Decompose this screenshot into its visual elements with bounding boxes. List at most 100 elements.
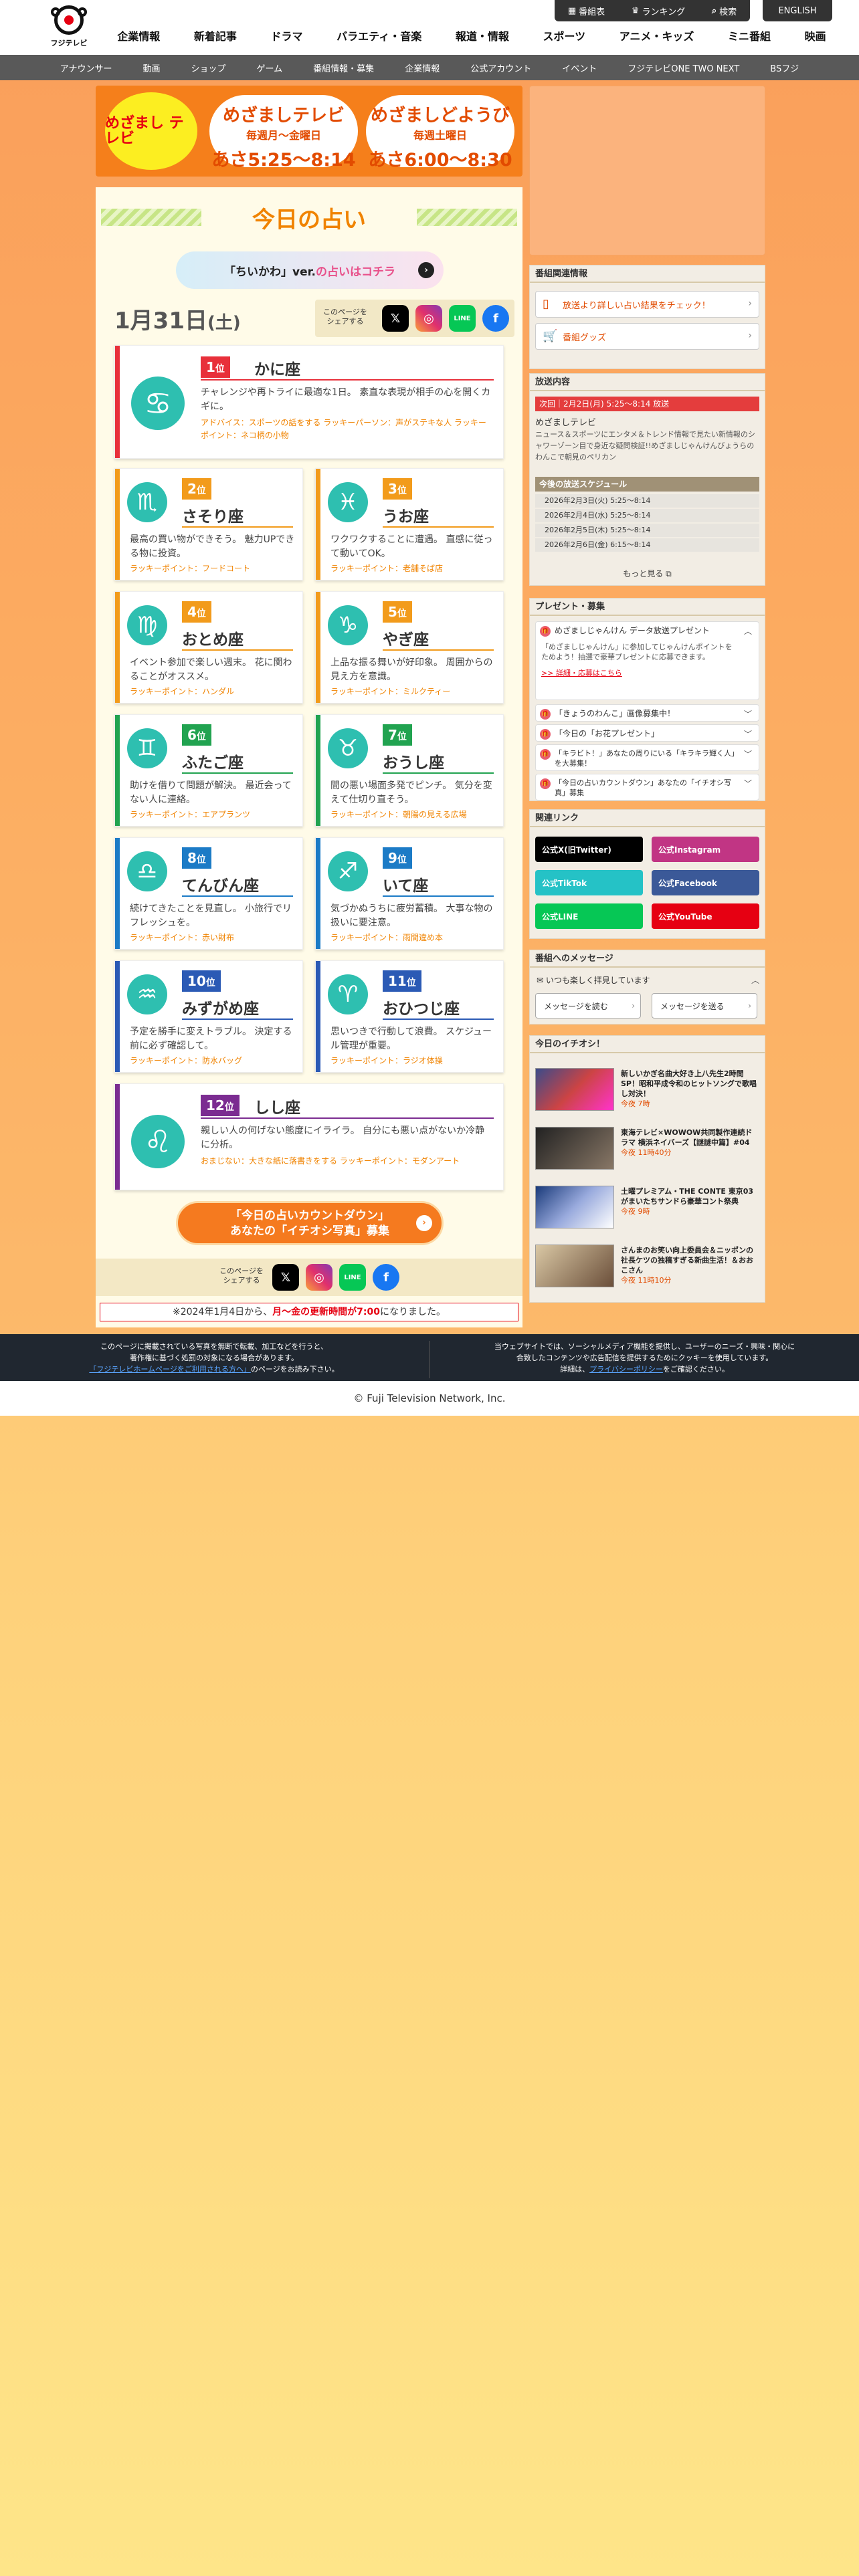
fortune-description: 気づかぬうちに疲労蓄積。 大事な物の扱いに要注意。	[330, 903, 493, 928]
zodiac-icon: ♈	[328, 974, 368, 1014]
ad-slot[interactable]	[529, 86, 765, 255]
logo-text: フジテレビ	[50, 39, 88, 47]
nav-item[interactable]: バラエティ・音楽	[337, 27, 421, 43]
mezamashi-banner[interactable]: めざまし テレビ めざましテレビ 毎週月〜金曜日 あさ5:25〜8:14 めざま…	[96, 86, 522, 177]
read-message-button[interactable]: メッセージを読む ›	[535, 993, 641, 1018]
line-share-icon[interactable]: LINE	[449, 305, 476, 332]
broadcast-description: ニュース＆スポーツにエンタメ＆トレンド情報で見たい新情報のシャワーゾーン目で身近…	[535, 430, 755, 462]
util-ranking[interactable]: ♛ ランキング	[632, 5, 685, 17]
countdown-photo-button[interactable]: 「今日の占いカウントダウン」 あなたの「イチオシ写真」募集 ›	[176, 1201, 444, 1245]
goods-link[interactable]: 🛒 番組グッズ ›	[535, 323, 759, 350]
send-message-button[interactable]: メッセージを送る ›	[652, 993, 757, 1018]
official-facebook-link[interactable]: 公式Facebook	[652, 870, 759, 895]
fortune-card: ♏ 2位 さそり座 最高の買い物ができそう。 魅力UPできる物に投資。 ラッキーポイント…	[114, 468, 303, 580]
broadcast-panel: 放送内容 次回｜2月2日(月) 5:25〜8:14 放送 めざましテレビ ニュー…	[529, 373, 765, 586]
present-item[interactable]: 🎁 「今日の「お花プレゼント」 ﹀	[535, 724, 759, 742]
rank-badge: 7位	[383, 724, 412, 746]
zodiac-icon: ♌	[131, 1115, 185, 1168]
detail-fortune-link[interactable]: ▯ 放送より詳しい占い結果をチェック！ ›	[535, 291, 759, 318]
subnav-item[interactable]: 番組情報・募集	[298, 62, 389, 74]
privacy-policy-link[interactable]: プライバシーポリシー	[589, 1365, 663, 1374]
nav-item[interactable]: スポーツ	[543, 27, 585, 43]
janken-present[interactable]: 🎁 ︿ めざましじゃんけん データ放送プレゼント 「めざましじゃんけん」に参加して…	[535, 621, 759, 700]
facebook-share-icon[interactable]: f	[482, 305, 509, 332]
subnav-item[interactable]: 公式アカウント	[455, 62, 547, 74]
instagram-share-icon[interactable]: ◎	[415, 305, 442, 332]
sign-name: やぎ座	[383, 631, 429, 649]
subnav-item[interactable]: イベント	[547, 62, 612, 74]
fortune-card: ♋ 1位 かに座 チャレンジや再トライに最適な1日。 素直な表現が相手の心を開くカギに…	[114, 345, 504, 459]
instagram-share-icon[interactable]: ◎	[306, 1264, 332, 1291]
pickup-thumbnail	[535, 1245, 614, 1287]
fortune-card: ♓ 3位 うお座 ワクワクすることに遭遇。 直感に従って動いてOK。 ラッキーポイント：…	[315, 468, 504, 580]
fortune-description: 続けてきたことを見直し。 小旅行でリフレッシュを。	[130, 903, 292, 928]
official-line-link[interactable]: 公式LINE	[535, 903, 643, 929]
broadcast-title: めざましテレビ	[535, 418, 597, 428]
present-item[interactable]: 🎁 「きょうのわんこ」画像募集中！ ﹀	[535, 704, 759, 722]
rank-badge: 12位	[201, 1095, 240, 1116]
nav-item[interactable]: 企業情報	[117, 27, 160, 43]
chevron-up-icon: ︿	[743, 627, 752, 636]
pickup-thumbnail	[535, 1068, 614, 1111]
nav-item[interactable]: 新着記事	[194, 27, 237, 43]
nav-item[interactable]: ドラマ	[271, 27, 303, 43]
lucky-point: アドバイス：スポーツの話をする ラッキーパーソン：声がステキな人 ラッキーポイン…	[201, 418, 486, 440]
fortune-description: 助けを借りて問題が解決。 最近会ってない人に連絡。	[130, 780, 292, 805]
pickup-item[interactable]: 新しいかぎ名曲大好き上八先生2時間SP！昭和平成令和のヒットソングで歌唱し対決！…	[535, 1065, 759, 1112]
fortune-card: ♌ 12位 しし座 親しい人の何げない態度にイライラ。 自分にも悪い点がないか冷静に分…	[114, 1083, 504, 1190]
subnav-item[interactable]: フジテレビONE TWO NEXT	[612, 62, 755, 74]
x-share-icon[interactable]: 𝕏	[382, 305, 409, 332]
official-tiktok-link[interactable]: 公式TikTok	[535, 870, 643, 895]
sign-name: いて座	[383, 877, 429, 895]
nav-item[interactable]: 映画	[805, 27, 826, 43]
rank-badge: 8位	[182, 847, 211, 869]
fortune-card: ♉ 7位 おうし座 間の悪い場面多発でピンチ。 気分を変えて仕切り直そう。 ラッキーポイ…	[315, 714, 504, 827]
subnav-item[interactable]: 企業情報	[389, 62, 455, 74]
subnav-item[interactable]: 動画	[128, 62, 176, 74]
sign-name: かに座	[254, 361, 300, 379]
present-item[interactable]: 🎁 「キラビト！」あなたの周りにいる「キラキラ輝く人」を大募集！ ﹀	[535, 744, 759, 771]
subnav-item[interactable]: BSフジ	[755, 62, 814, 74]
x-share-icon[interactable]: 𝕏	[272, 1264, 299, 1291]
nav-item[interactable]: アニメ・キッズ	[619, 27, 694, 43]
facebook-share-icon[interactable]: f	[373, 1264, 399, 1291]
more-link[interactable]: もっと見る ⧉	[530, 568, 765, 579]
gift-icon: 🎁	[540, 778, 551, 789]
util-search[interactable]: ⌕ 検索	[712, 5, 737, 17]
rank-badge: 2位	[182, 478, 211, 500]
present-detail-link[interactable]: >> 詳細・応募はこちら	[541, 668, 739, 678]
fortune-card: ♑ 5位 やぎ座 上品な振る舞いが好印象。 周囲からの見え方を意識。 ラッキーポイント：…	[315, 591, 504, 704]
chevron-right-icon: ›	[748, 1001, 751, 1010]
official-youtube-link[interactable]: 公式YouTube	[652, 903, 759, 929]
nav-item[interactable]: ミニ番組	[728, 27, 771, 43]
pickup-item[interactable]: 東海テレビ×WOWOW共同製作連続ドラマ 横浜ネイバーズ【謎謎中篇】#04 今夜 …	[535, 1124, 759, 1171]
sign-name: みずがめ座	[182, 1000, 259, 1018]
subnav-item[interactable]: アナウンサー	[45, 62, 128, 74]
official-x-link[interactable]: 公式X(旧Twitter)	[535, 837, 643, 862]
fortune-description: ワクワクすることに遭遇。 直感に従って動いてOK。	[330, 534, 493, 559]
gift-icon: 🎁	[540, 626, 551, 637]
chiikawa-banner[interactable]: 「ちいかわ」ver. の占いはコチラ ›	[176, 251, 444, 289]
chevron-right-icon: ›	[748, 298, 752, 309]
english-button[interactable]: ENGLISH	[763, 0, 832, 21]
message-panel: 番組へのメッセージ ✉ いつも楽しく拝見しています ︿ メッセージを読む › メッ…	[529, 950, 765, 1025]
pickup-item[interactable]: さんまのお笑い向上委員会＆ニッポンの社長ケツの独稿すぎる新曲生活！＆おおこさん今…	[535, 1242, 759, 1289]
subnav-item[interactable]: ショップ	[176, 62, 242, 74]
share-box-bottom: このページを シェアする 𝕏 ◎ LINE f	[96, 1259, 522, 1296]
users-guide-link[interactable]: 「フジテレビホームページをご利用される方へ」	[89, 1365, 250, 1374]
official-instagram-link[interactable]: 公式Instagram	[652, 837, 759, 862]
chevron-up-icon[interactable]: ︿	[751, 974, 759, 986]
fujitv-logo[interactable]: フジテレビ	[47, 5, 91, 49]
zodiac-icon: ♏	[127, 482, 167, 522]
fortune-card: ♊ 6位 ふたご座 助けを借りて問題が解決。 最近会ってない人に連絡。 ラッキーポイント…	[114, 714, 303, 827]
util-program-guide[interactable]: ▦ 番組表	[568, 5, 605, 17]
present-item[interactable]: 🎁 「今日の占いカウントダウン」あなたの「イチオシ写真」募集 ﹀	[535, 774, 759, 800]
sign-name: しし座	[254, 1099, 300, 1117]
nav-item[interactable]: 報道・情報	[456, 27, 509, 43]
line-share-icon[interactable]: LINE	[339, 1264, 366, 1291]
sub-nav: アナウンサー 動画 ショップ ゲーム 番組情報・募集 企業情報 公式アカウント …	[0, 55, 859, 80]
pickup-item[interactable]: 土曜プレミアム・THE CONTE 東京03がまいたちサンドら豪華コント祭典 今夜…	[535, 1183, 759, 1230]
crown-icon: ♛	[631, 5, 640, 16]
subnav-item[interactable]: ゲーム	[242, 62, 298, 74]
rank-badge: 10位	[182, 970, 221, 992]
